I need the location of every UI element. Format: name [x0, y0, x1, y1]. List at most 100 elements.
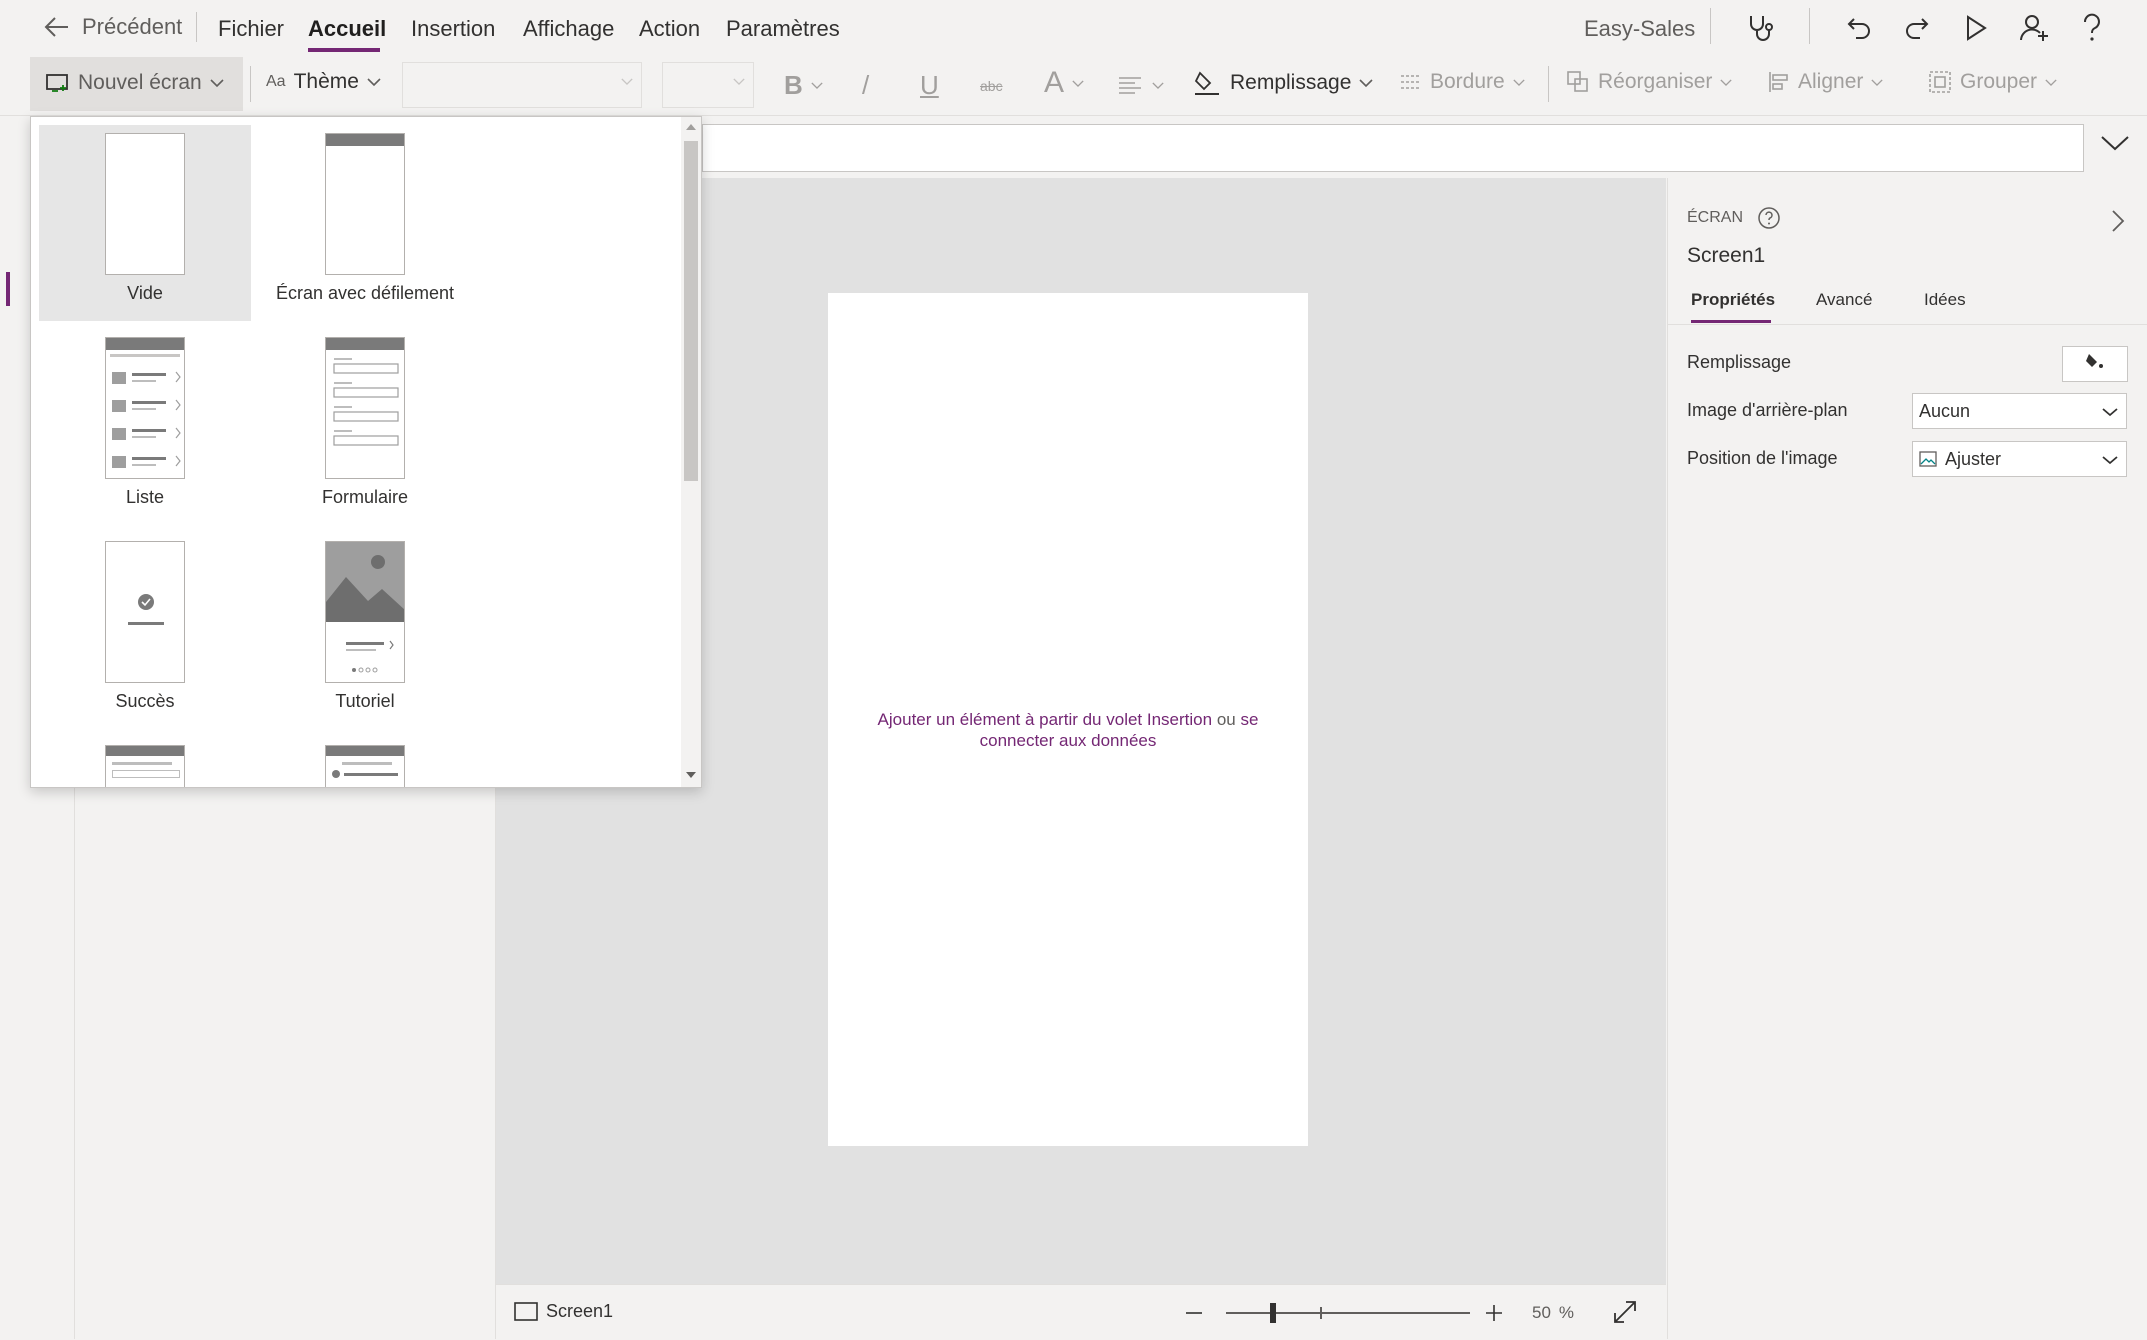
new-screen-dropdown: Vide Écran avec défilement Liste Formula… [30, 116, 702, 788]
help-icon[interactable] [2074, 10, 2110, 46]
font-color-label: A [1044, 66, 1065, 99]
collapse-panel-icon[interactable] [2110, 208, 2126, 234]
connect-data-link-b[interactable]: connecter aux données [980, 731, 1157, 750]
paint-bucket-icon [2085, 352, 2105, 372]
app-screen-canvas[interactable]: Ajouter un élément à partir du volet Ins… [828, 293, 1308, 1146]
menu-accueil[interactable]: Accueil [308, 16, 386, 42]
zoom-out-icon[interactable] [1184, 1303, 1204, 1323]
menu-fichier[interactable]: Fichier [218, 16, 284, 42]
selected-screen-name: Screen1 [1687, 244, 1766, 267]
back-arrow-icon [44, 15, 70, 39]
play-preview-icon[interactable] [1958, 10, 1994, 46]
align-label: Aligner [1798, 70, 1864, 93]
text-align-button[interactable] [1118, 76, 1164, 94]
tab-avance[interactable]: Avancé [1816, 290, 1872, 310]
formula-input[interactable] [702, 124, 2084, 172]
background-image-label: Image d'arrière-plan [1687, 400, 1848, 420]
menu-insertion[interactable]: Insertion [411, 16, 495, 42]
success-layout-thumbnail [105, 541, 185, 683]
chevron-down-icon [210, 78, 224, 88]
chevron-down-icon [733, 77, 745, 86]
redo-icon[interactable] [1900, 10, 1936, 46]
scrollbar-thumb[interactable] [684, 141, 698, 481]
zoom-slider-track [1226, 1312, 1470, 1314]
background-image-select[interactable]: Aucun [1912, 393, 2127, 429]
border-label: Bordure [1430, 70, 1505, 93]
layout-ecran-defilement[interactable]: Écran avec défilement [259, 125, 471, 321]
theme-button[interactable]: Aa Thème [266, 70, 381, 94]
layout-partial-1[interactable] [39, 737, 251, 787]
border-button[interactable]: Bordure [1400, 70, 1525, 94]
rail-active-indicator [6, 272, 10, 306]
active-tab-underline [1691, 320, 1771, 323]
layout-vide[interactable]: Vide [39, 125, 251, 321]
back-button[interactable]: Précédent [44, 14, 182, 40]
layout-liste[interactable]: Liste [39, 329, 251, 525]
share-user-icon[interactable] [2016, 10, 2052, 46]
theme-label: Thème [293, 70, 359, 93]
zoom-slider-tick [1320, 1307, 1322, 1319]
font-size-select[interactable] [662, 62, 754, 108]
new-screen-button[interactable]: Nouvel écran [30, 57, 243, 111]
layout-label: Tutoriel [335, 691, 395, 711]
align-button[interactable]: Aligner [1768, 70, 1884, 94]
font-family-select[interactable] [402, 62, 642, 108]
zoom-readout: 50 % [1532, 1303, 1574, 1323]
app-name: Easy-Sales [1584, 16, 1696, 41]
strikethrough-button[interactable]: abc [980, 78, 1003, 94]
group-button[interactable]: Grouper [1928, 70, 2057, 94]
zoom-value: 50 [1532, 1303, 1551, 1322]
image-position-value: Ajuster [1945, 448, 2002, 469]
scrollable-layout-thumbnail [325, 133, 405, 275]
layout-label: Écran avec défilement [275, 283, 455, 303]
layout-tutoriel[interactable]: Tutoriel [259, 533, 471, 729]
font-color-button[interactable]: A [1044, 66, 1084, 100]
layout-partial-2[interactable] [259, 737, 471, 787]
info-help-icon[interactable] [1757, 206, 1781, 230]
tab-proprietes[interactable]: Propriétés [1691, 290, 1775, 310]
italic-button[interactable]: / [862, 70, 869, 101]
layout-thumbnail-partial [325, 745, 405, 787]
menu-parametres[interactable]: Paramètres [726, 16, 840, 42]
zoom-slider[interactable] [1226, 1303, 1470, 1323]
layout-label: Vide [127, 283, 163, 303]
layout-succes[interactable]: Succès [39, 533, 251, 729]
fill-color-picker[interactable] [2062, 346, 2128, 382]
fit-to-window-icon[interactable] [1612, 1299, 1638, 1325]
layout-label: Formulaire [321, 487, 409, 507]
screen-selector[interactable]: Screen1 [514, 1301, 613, 1322]
layout-formulaire[interactable]: Formulaire [259, 329, 471, 525]
bold-button[interactable]: B [784, 70, 823, 101]
image-position-label: Position de l'image [1687, 448, 1838, 468]
fill-button[interactable]: Remplissage [1194, 70, 1373, 96]
paint-bucket-icon [1194, 70, 1222, 96]
zoom-in-icon[interactable] [1484, 1303, 1504, 1323]
group-icon [1928, 70, 1952, 94]
active-tab-underline [308, 48, 380, 52]
zoom-slider-thumb[interactable] [1270, 1303, 1276, 1323]
expand-formula-icon[interactable] [2100, 134, 2130, 152]
section-title: ÉCRAN [1687, 209, 1744, 226]
layout-label: Liste [125, 487, 165, 507]
scroll-up-icon[interactable] [686, 123, 696, 130]
tab-idees[interactable]: Idées [1924, 290, 1966, 310]
screen-name: Screen1 [546, 1301, 614, 1321]
underline-button[interactable]: U [920, 70, 939, 101]
border-style-icon [1400, 73, 1422, 91]
scroll-down-icon[interactable] [686, 772, 696, 779]
list-layout-thumbnail [105, 337, 185, 479]
undo-icon[interactable] [1840, 10, 1876, 46]
strikethrough-label: abc [980, 78, 1003, 94]
reorder-button[interactable]: Réorganiser [1566, 70, 1733, 94]
underline-label: U [920, 70, 939, 100]
image-icon [1919, 451, 1937, 467]
chevron-down-icon [2102, 407, 2118, 417]
connect-data-link-a[interactable]: se [1240, 710, 1258, 729]
menu-action[interactable]: Action [639, 16, 700, 42]
insert-pane-link[interactable]: Ajouter un élément à partir du volet Ins… [878, 710, 1213, 729]
image-position-select[interactable]: Ajuster [1912, 441, 2127, 477]
menu-affichage[interactable]: Affichage [523, 16, 614, 42]
app-checker-icon[interactable] [1742, 10, 1778, 46]
ribbon-toolbar: Nouvel écran Aa Thème B / U abc A Rempli… [0, 56, 2147, 116]
background-image-value: Aucun [1919, 400, 1971, 421]
